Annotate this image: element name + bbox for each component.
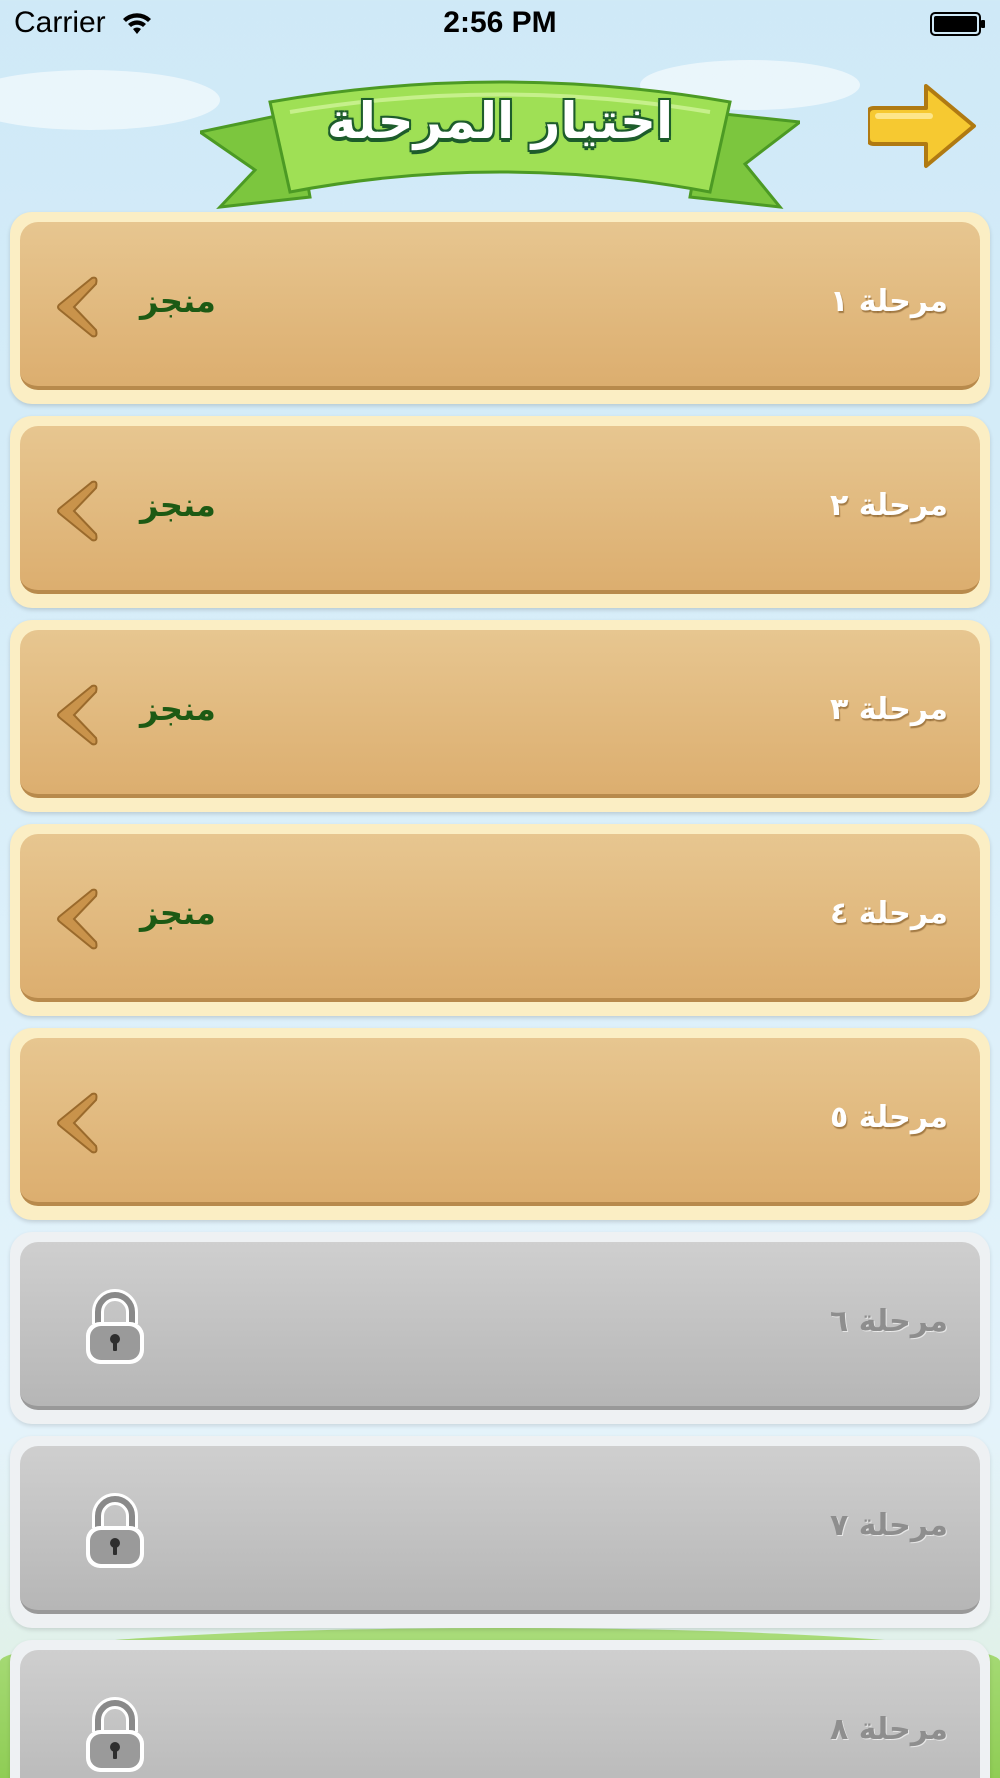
level-row-1[interactable]: مرحلة ١ منجز xyxy=(10,212,990,404)
level-row-3[interactable]: مرحلة ٣ منجز xyxy=(10,620,990,812)
chevron-left-icon xyxy=(57,276,98,338)
lock-icon xyxy=(86,1697,144,1772)
level-label: مرحلة ٦ xyxy=(829,1304,948,1339)
level-label: مرحلة ٨ xyxy=(829,1712,948,1747)
level-row-4[interactable]: مرحلة ٤ منجز xyxy=(10,824,990,1016)
level-row-5[interactable]: مرحلة ٥ xyxy=(10,1028,990,1220)
completed-label: منجز xyxy=(140,894,216,932)
level-label: مرحلة ٢ xyxy=(829,488,948,523)
level-row-6[interactable]: مرحلة ٦ xyxy=(10,1232,990,1424)
status-bar: Carrier 2:56 PM xyxy=(0,0,1000,50)
level-card: مرحلة ٢ منجز xyxy=(20,426,980,594)
level-label: مرحلة ١ xyxy=(829,284,948,319)
page-title: اختيار المرحلة xyxy=(326,92,674,150)
forward-arrow-button[interactable] xyxy=(868,78,980,174)
battery-icon xyxy=(930,12,985,36)
completed-label: منجز xyxy=(140,690,216,728)
chevron-left-icon xyxy=(57,1092,98,1154)
level-card: مرحلة ٦ xyxy=(20,1242,980,1410)
level-row-8[interactable]: مرحلة ٨ xyxy=(10,1640,990,1778)
chevron-left-icon xyxy=(57,480,98,542)
cloud-decoration xyxy=(0,70,220,130)
level-label: مرحلة ٣ xyxy=(829,692,948,727)
completed-label: منجز xyxy=(140,282,216,320)
level-card: مرحلة ٤ منجز xyxy=(20,834,980,1002)
level-label: مرحلة ٧ xyxy=(829,1508,948,1543)
chevron-left-icon xyxy=(57,684,98,746)
completed-label: منجز xyxy=(140,486,216,524)
level-row-2[interactable]: مرحلة ٢ منجز xyxy=(10,416,990,608)
lock-icon xyxy=(86,1289,144,1364)
level-label: مرحلة ٥ xyxy=(829,1100,948,1135)
lock-icon xyxy=(86,1493,144,1568)
level-card: مرحلة ٨ xyxy=(20,1650,980,1778)
level-card: مرحلة ١ منجز xyxy=(20,222,980,390)
level-card: مرحلة ٣ منجز xyxy=(20,630,980,798)
chevron-left-icon xyxy=(57,888,98,950)
level-card: مرحلة ٥ xyxy=(20,1038,980,1206)
level-card: مرحلة ٧ xyxy=(20,1446,980,1614)
clock: 2:56 PM xyxy=(443,6,557,39)
level-row-7[interactable]: مرحلة ٧ xyxy=(10,1436,990,1628)
level-label: مرحلة ٤ xyxy=(829,896,948,931)
